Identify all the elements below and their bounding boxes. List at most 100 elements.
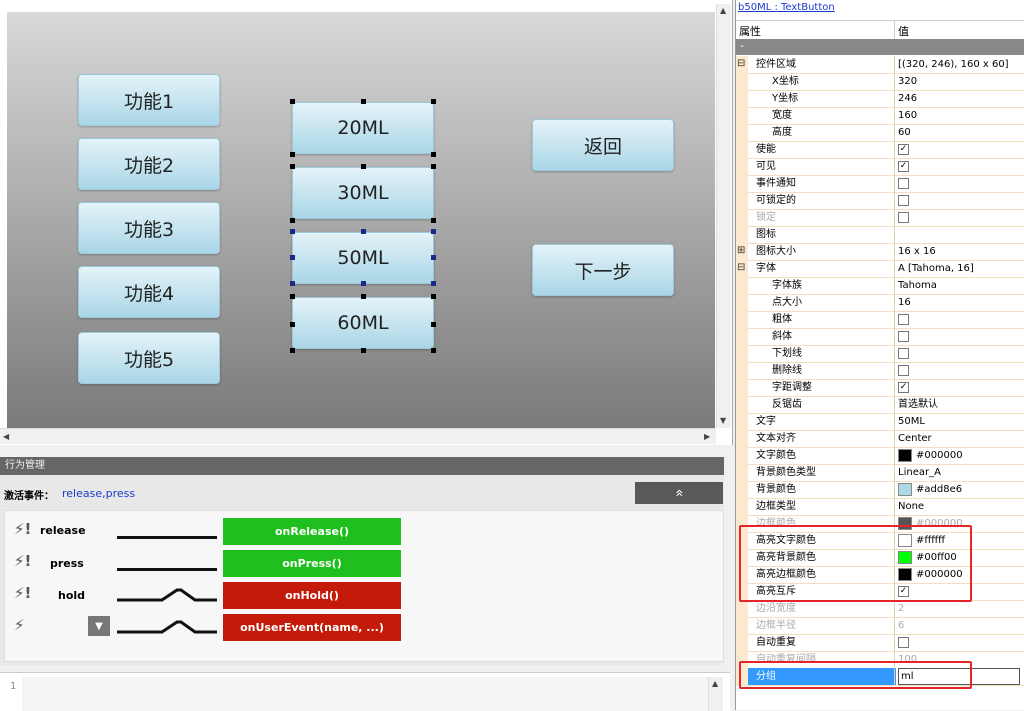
- selection-handle[interactable]: [361, 99, 366, 104]
- selection-handle[interactable]: [431, 322, 436, 327]
- property-row[interactable]: 反锯齿 首选默认: [736, 396, 1024, 414]
- property-row[interactable]: 点大小 16: [736, 294, 1024, 312]
- selection-handle[interactable]: [431, 99, 436, 104]
- selection-handle[interactable]: [290, 99, 295, 104]
- selection-handle[interactable]: [361, 294, 366, 299]
- property-row[interactable]: X坐标 320: [736, 73, 1024, 91]
- selection-handle[interactable]: [431, 218, 436, 223]
- property-value[interactable]: [898, 209, 909, 226]
- property-row[interactable]: 锁定: [736, 209, 1024, 227]
- scroll-right-icon[interactable]: ▶: [704, 432, 710, 441]
- button-back[interactable]: 返回: [532, 119, 674, 171]
- property-value[interactable]: [898, 362, 909, 379]
- property-row[interactable]: 文字颜色 #000000: [736, 447, 1024, 465]
- handler-on-hold-button[interactable]: onHold(): [223, 582, 401, 609]
- canvas-horizontal-scrollbar[interactable]: ◀ ▶: [0, 428, 716, 444]
- selection-handle[interactable]: [361, 229, 366, 234]
- selection-handle[interactable]: [431, 152, 436, 157]
- button-func3[interactable]: 功能3: [78, 202, 220, 254]
- button-func5[interactable]: 功能5: [78, 332, 220, 384]
- property-row[interactable]: 边框类型 None: [736, 498, 1024, 516]
- checkbox[interactable]: [898, 211, 909, 223]
- object-title-link[interactable]: b50ML : TextButton: [738, 2, 835, 13]
- collapse-icon[interactable]: ⊟: [737, 58, 745, 69]
- property-row[interactable]: Y坐标 246: [736, 90, 1024, 108]
- property-value[interactable]: 160: [898, 107, 917, 124]
- handler-on-user-event-button[interactable]: onUserEvent(name, ...): [223, 614, 401, 641]
- selection-handle[interactable]: [431, 281, 436, 286]
- property-value[interactable]: 16 x 16: [898, 243, 936, 260]
- collapse-button[interactable]: »: [635, 482, 723, 504]
- selection-handle[interactable]: [290, 164, 295, 169]
- property-row[interactable]: ⊞ 图标大小 16 x 16: [736, 243, 1024, 261]
- property-row[interactable]: 斜体: [736, 328, 1024, 346]
- property-value[interactable]: 50ML: [898, 413, 925, 430]
- property-row[interactable]: 可见 ✓: [736, 158, 1024, 176]
- script-editor[interactable]: 1 ▲: [0, 672, 730, 711]
- property-row[interactable]: 边沿宽度 2: [736, 600, 1024, 618]
- selection-handle[interactable]: [290, 255, 295, 260]
- property-value[interactable]: 6: [898, 617, 904, 634]
- property-row[interactable]: 字距调整 ✓: [736, 379, 1024, 397]
- checkbox[interactable]: [898, 330, 909, 342]
- button-next-step[interactable]: 下一步: [532, 244, 674, 296]
- design-canvas[interactable]: 功能1 功能2 功能3 功能4 功能5 20ML 30ML 50ML 60ML …: [7, 12, 715, 428]
- color-swatch[interactable]: [898, 448, 912, 462]
- property-row[interactable]: ⊟ 控件区域 [(320, 246), 160 x 60]: [736, 56, 1024, 74]
- checkbox[interactable]: [898, 177, 909, 189]
- property-value[interactable]: 320: [898, 73, 917, 90]
- property-value[interactable]: A [Tahoma, 16]: [898, 260, 974, 277]
- selection-handle[interactable]: [290, 152, 295, 157]
- property-value[interactable]: [898, 634, 909, 651]
- property-value[interactable]: [898, 311, 909, 328]
- selection-handle[interactable]: [290, 281, 295, 286]
- button-func4[interactable]: 功能4: [78, 266, 220, 318]
- scroll-down-icon[interactable]: ▼: [720, 416, 726, 425]
- selection-handle[interactable]: [290, 348, 295, 353]
- selection-handle[interactable]: [290, 322, 295, 327]
- property-row[interactable]: 图标: [736, 226, 1024, 244]
- property-value[interactable]: None: [898, 498, 924, 515]
- property-value[interactable]: #000000: [898, 447, 963, 464]
- code-line-area[interactable]: [22, 677, 708, 711]
- collapse-icon[interactable]: ⊟: [737, 262, 745, 273]
- selection-handle[interactable]: [431, 229, 436, 234]
- property-row[interactable]: 自动重复: [736, 634, 1024, 652]
- property-value[interactable]: Linear_A: [898, 464, 941, 481]
- property-value[interactable]: 246: [898, 90, 917, 107]
- button-60ml[interactable]: 60ML: [292, 297, 434, 349]
- button-func1[interactable]: 功能1: [78, 74, 220, 126]
- property-row[interactable]: 下划线: [736, 345, 1024, 363]
- selection-handle[interactable]: [361, 348, 366, 353]
- property-value[interactable]: [898, 192, 909, 209]
- button-20ml[interactable]: 20ML: [292, 102, 434, 154]
- selection-handle[interactable]: [290, 229, 295, 234]
- event-type-dropdown[interactable]: ▼: [88, 616, 110, 636]
- property-row[interactable]: 文字 50ML: [736, 413, 1024, 431]
- property-value[interactable]: 60: [898, 124, 911, 141]
- checkbox[interactable]: ✓: [898, 381, 909, 393]
- checkbox[interactable]: [898, 364, 909, 376]
- property-row[interactable]: 背景颜色类型 Linear_A: [736, 464, 1024, 482]
- expand-icon[interactable]: ⊞: [737, 245, 745, 256]
- property-row[interactable]: 字体族 Tahoma: [736, 277, 1024, 295]
- selection-handle[interactable]: [431, 255, 436, 260]
- scroll-up-icon[interactable]: ▲: [720, 6, 726, 15]
- category-row[interactable]: -: [736, 39, 1024, 55]
- property-row[interactable]: 可锁定的: [736, 192, 1024, 210]
- checkbox[interactable]: ✓: [898, 143, 909, 155]
- selection-handle[interactable]: [361, 164, 366, 169]
- editor-scrollbar[interactable]: ▲: [708, 677, 723, 711]
- selection-handle[interactable]: [290, 294, 295, 299]
- button-30ml[interactable]: 30ML: [292, 167, 434, 219]
- property-value[interactable]: #add8e6: [898, 481, 962, 498]
- button-func2[interactable]: 功能2: [78, 138, 220, 190]
- property-row[interactable]: 粗体: [736, 311, 1024, 329]
- property-value[interactable]: Tahoma: [898, 277, 937, 294]
- property-row[interactable]: 使能 ✓: [736, 141, 1024, 159]
- color-swatch[interactable]: [898, 482, 912, 496]
- selection-handle[interactable]: [290, 218, 295, 223]
- property-value[interactable]: [898, 175, 909, 192]
- selection-handle[interactable]: [431, 348, 436, 353]
- property-value[interactable]: [898, 345, 909, 362]
